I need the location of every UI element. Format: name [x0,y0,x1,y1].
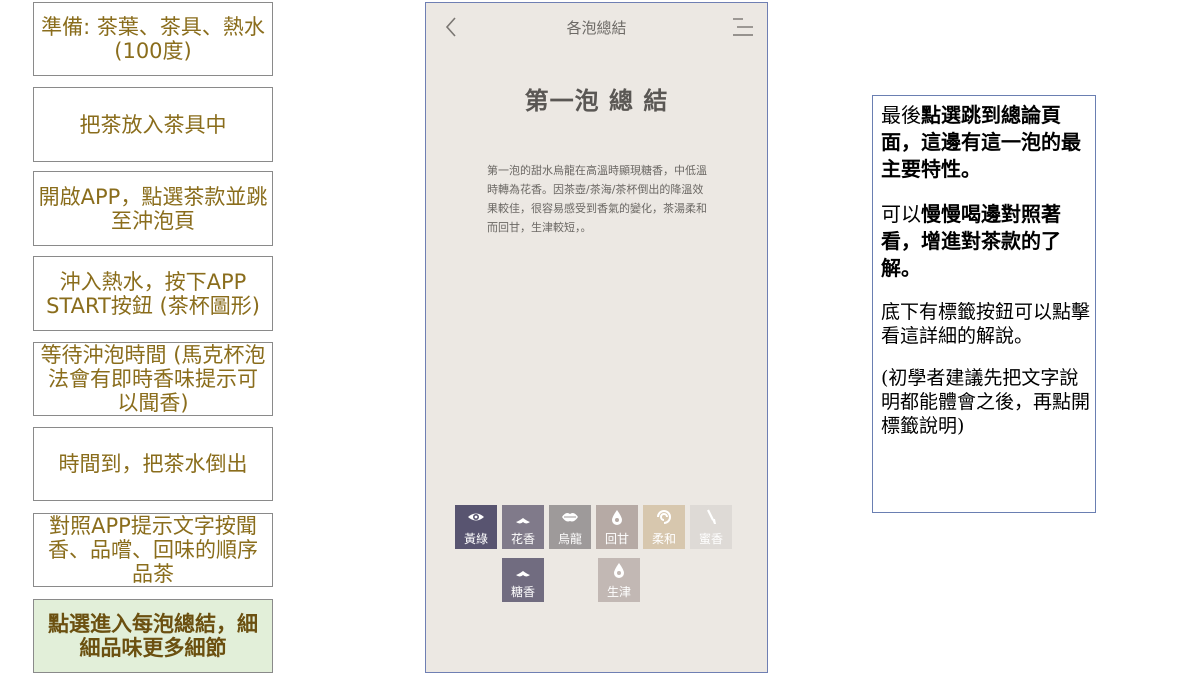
brush-icon [707,509,716,524]
step-text: 等待沖泡時間 (馬克杯泡法會有即時香味提示可以聞香) [40,343,266,415]
tag-label: 糖香 [510,585,535,599]
step-text: 沖入熱水，按下APP START按鈕 (茶杯圖形) [46,269,260,318]
top-bar: 各泡總結 [426,3,767,51]
step-text: 點選進入每泡總結，細細品味更多細節 [48,612,258,660]
nose-icon [516,510,530,524]
step-text: 開啟APP，點選茶款並跳至沖泡頁 [38,184,268,233]
tag-button[interactable]: 烏龍 [549,505,591,549]
note-paragraph: 可以慢慢喝邊對照著看，增進對茶款的了解。 [881,201,1095,282]
swirl-icon [657,510,671,524]
phone-screen: 各泡總結 第一泡 總 結 第一泡的甜水烏龍在高溫時顯現糖香，中低溫時轉為花香。因… [425,2,768,673]
eye-icon [468,513,484,521]
tag-label: 花香 [510,532,535,546]
step-text: 準備: 茶葉、茶具、熱水 (100度) [41,15,265,63]
tag-button[interactable]: 回甘 [596,505,638,549]
step-prepare: 準備: 茶葉、茶具、熱水 (100度) [33,2,273,76]
summary-text: 第一泡的甜水烏龍在高溫時顯現糖香，中低溫時轉為花香。因茶壺/茶海/茶杯倒出的降溫… [487,164,707,234]
note-paragraph: 底下有標籤按鈕可以點擊看這詳細的解說。 [881,300,1095,348]
tag-buttons: 黃綠 花香 烏龍 回甘 柔和 蜜香 糖香 生津 [426,505,767,625]
nose-icon [516,563,530,577]
step-pour-out: 時間到，把茶水倒出 [33,427,273,501]
step-text: 把茶放入茶具中 [79,112,227,137]
step-taste: 對照APP提示文字按聞香、品嚐、回味的順序品茶 [33,513,273,587]
step-wait: 等待沖泡時間 (馬克杯泡法會有即時香味提示可以聞香) [33,342,273,416]
tag-button[interactable]: 生津 [598,558,640,602]
notes-box: 最後點選跳到總論頁面，這邊有這一泡的最主要特性。 可以慢慢喝邊對照著看，增進對茶… [872,95,1096,513]
tag-label: 回甘 [604,532,629,546]
drop-icon [614,563,624,578]
note-text: 可以 [881,202,921,226]
step-open-app: 開啟APP，點選茶款並跳至沖泡頁 [33,171,273,246]
note-text: 底下有標籤按鈕可以點擊看這詳細的解說。 [881,301,1091,347]
step-text: 對照APP提示文字按聞香、品嚐、回味的順序品茶 [48,514,258,586]
step-text: 時間到，把茶水倒出 [58,452,248,476]
step-summary: 點選進入每泡總結，細細品味更多細節 [33,599,273,673]
tag-button[interactable]: 柔和 [643,505,685,549]
drop-icon [612,510,622,525]
page-heading: 第一泡 總 結 [524,87,669,115]
tag-label: 柔和 [651,532,676,546]
tag-label: 生津 [606,585,631,599]
tag-label: 烏龍 [557,532,582,546]
screen-title: 各泡總結 [566,19,627,37]
note-text: (初學者建議先把文字說明都能體會之後，再點開標籤說明) [881,367,1091,437]
tag-button[interactable]: 蜜香 [690,505,732,549]
note-paragraph: (初學者建議先把文字說明都能體會之後，再點開標籤說明) [881,366,1095,438]
tag-button[interactable]: 花香 [502,505,544,549]
tag-button[interactable]: 糖香 [502,558,544,602]
step-add-tea: 把茶放入茶具中 [33,87,273,162]
tag-label: 黃綠 [463,532,488,546]
step-pour-water: 沖入熱水，按下APP START按鈕 (茶杯圖形) [33,256,273,331]
tag-button[interactable]: 黃綠 [455,505,497,549]
note-paragraph: 最後點選跳到總論頁面，這邊有這一泡的最主要特性。 [881,102,1095,183]
lips-icon [562,513,578,522]
menu-icon[interactable] [731,16,755,38]
note-text: 最後 [881,103,921,127]
tag-label: 蜜香 [698,532,723,546]
